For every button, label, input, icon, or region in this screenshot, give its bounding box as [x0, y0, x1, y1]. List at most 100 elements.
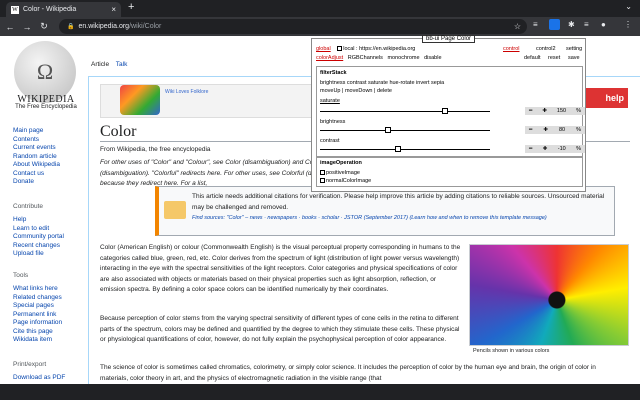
back-button[interactable]: ← [3, 22, 17, 32]
reset-button[interactable]: reset [548, 55, 560, 61]
sidebar-item-upload-file[interactable]: Upload file [13, 250, 64, 259]
setting-link[interactable]: setting [566, 46, 582, 52]
extensions-puzzle-icon[interactable]: ✱ [568, 20, 575, 29]
sidebar-item-donate[interactable]: Donate [13, 178, 60, 187]
saturate-stepper[interactable]: ━ ✚ 150% [525, 107, 585, 115]
normal-color-image-checkbox[interactable] [320, 178, 325, 184]
local-scope-label[interactable]: local : https://en.wikipedia.org [343, 46, 415, 52]
banner-puzzle-image [120, 85, 160, 115]
tab-color-wikipedia[interactable]: W Color - Wikipedia × [6, 2, 121, 17]
filter-saturate[interactable]: saturate [368, 80, 388, 86]
mode-row: colorAdjust RGBChannels monochrome disab… [316, 55, 583, 61]
globe-glyph-icon: Ω [36, 59, 54, 84]
new-tab-button[interactable]: + [128, 1, 134, 13]
brightness-slider-track[interactable] [320, 130, 490, 131]
contrast-unit: % [576, 146, 581, 152]
sidebar-item-help[interactable]: Help [13, 216, 64, 225]
browser-menu-icon[interactable]: ⋮ [624, 20, 632, 29]
sidebar-item-learn-to-edit[interactable]: Learn to edit [13, 225, 64, 234]
filter-actions[interactable]: moveUp | moveDown | delete [320, 88, 392, 94]
sidebar-item-download-pdf[interactable]: Download as PDF [13, 374, 65, 383]
plus-icon[interactable]: ✚ [542, 108, 547, 114]
bookmark-star-icon[interactable]: ☆ [514, 22, 521, 31]
default-button[interactable]: default [524, 55, 541, 61]
notice-find-sources[interactable]: Find sources: "Color" – news · newspaper… [192, 213, 612, 224]
control-link[interactable]: control [503, 46, 520, 52]
rgb-channels-tab[interactable]: RGBChannels [348, 55, 383, 61]
contrast-slider-track[interactable] [320, 149, 490, 150]
reading-list-icon[interactable]: ≡ [584, 20, 589, 29]
saturate-slider-handle[interactable] [442, 108, 448, 114]
brightness-value[interactable]: 80 [559, 127, 565, 133]
save-button[interactable]: save [568, 55, 580, 61]
sidebar-item-special-pages[interactable]: Special pages [13, 302, 62, 311]
sidebar-item-page-information[interactable]: Page information [13, 319, 62, 328]
sidebar-item-cite-this-page[interactable]: Cite this page [13, 328, 62, 337]
color-adjust-tab[interactable]: colorAdjust [316, 55, 343, 61]
filter-stack-panel: filterStack brightness contrast saturate… [316, 66, 585, 157]
sidebar-item-wikidata-item[interactable]: Wikidata item [13, 336, 62, 345]
saturate-slider-track[interactable] [320, 111, 490, 112]
plus-icon[interactable]: ✚ [543, 127, 548, 133]
local-checkbox[interactable] [337, 46, 343, 52]
page-color-extension-icon[interactable] [549, 19, 560, 30]
filter-stack-heading: filterStack [320, 70, 347, 76]
contrast-stepper[interactable]: ━ ✚ -10% [525, 145, 585, 153]
contrast-slider-handle[interactable] [395, 146, 401, 152]
tab-article[interactable]: Article [91, 61, 109, 68]
disable-tab[interactable]: disable [424, 55, 441, 61]
positive-image-option[interactable]: positiveImage [320, 170, 360, 176]
sidebar-item-permanent-link[interactable]: Permanent link [13, 311, 62, 320]
sidebar-print: Download as PDF [13, 374, 65, 383]
tab-strip: W Color - Wikipedia × + ⌄ [0, 0, 640, 17]
sidebar-heading-contribute: Contribute [13, 203, 43, 210]
forward-button[interactable]: → [20, 22, 34, 32]
profile-avatar-icon[interactable]: ● [601, 20, 606, 29]
brightness-unit: % [576, 127, 581, 133]
global-toggle[interactable]: global [316, 46, 331, 52]
colored-pencils-image[interactable] [469, 244, 629, 346]
sidebar-item-about[interactable]: About Wikipedia [13, 161, 60, 170]
tab-search-icon[interactable]: ⌄ [625, 2, 632, 11]
filter-hue-rotate[interactable]: hue-rotate [389, 80, 414, 86]
brightness-stepper[interactable]: ━ ✚ 80% [525, 126, 585, 134]
minus-icon[interactable]: ━ [529, 146, 532, 152]
perception-paragraph: Because perception of color stems from t… [100, 315, 460, 343]
banner-text: Wiki Loves Folklore [165, 89, 209, 95]
sidebar-item-contents[interactable]: Contents [13, 136, 60, 145]
positive-image-label[interactable]: positiveImage [326, 170, 360, 176]
minus-icon[interactable]: ━ [529, 108, 532, 114]
plus-icon[interactable]: ✚ [543, 146, 548, 152]
address-bar[interactable]: 🔒 en.wikipedia.org/wiki/Color ☆ [59, 19, 527, 34]
normal-color-image-option[interactable]: normalColorImage [320, 178, 371, 184]
image-operation-heading: imageOperation [320, 160, 362, 166]
sidebar-item-what-links-here[interactable]: What links here [13, 285, 62, 294]
sidebar-item-main-page[interactable]: Main page [13, 127, 60, 136]
positive-image-checkbox[interactable] [320, 170, 325, 176]
slider-label-saturate: saturate [320, 98, 340, 104]
brightness-slider-handle[interactable] [385, 127, 391, 133]
sidebar-item-community-portal[interactable]: Community portal [13, 233, 64, 242]
tab-talk[interactable]: Talk [116, 61, 128, 68]
sidebar-item-contact[interactable]: Contact us [13, 170, 60, 179]
sidebar-item-current-events[interactable]: Current events [13, 144, 60, 153]
scope-row: global local : https://en.wikipedia.org … [316, 46, 583, 52]
filter-contrast[interactable]: contrast [347, 80, 367, 86]
tab-title: Color - Wikipedia [23, 6, 77, 13]
sidebar-item-recent-changes[interactable]: Recent changes [13, 242, 64, 251]
saturate-value[interactable]: 150 [557, 108, 566, 114]
contrast-value[interactable]: -10 [558, 146, 566, 152]
filter-sepia[interactable]: sepia [431, 80, 444, 86]
url-host: en.wikipedia.org [78, 23, 130, 30]
tab-close-icon[interactable]: × [111, 5, 116, 14]
sidebar-item-related-changes[interactable]: Related changes [13, 294, 62, 303]
reload-button[interactable]: ↻ [37, 21, 51, 32]
sidebar-item-random-article[interactable]: Random article [13, 153, 60, 162]
extension-list-icon[interactable]: ≡ [533, 20, 538, 29]
control2-link[interactable]: control2 [536, 46, 556, 52]
normal-color-image-label[interactable]: normalColorImage [326, 178, 371, 184]
filter-brightness[interactable]: brightness [320, 80, 345, 86]
monochrome-tab[interactable]: monochrome [387, 55, 419, 61]
minus-icon[interactable]: ━ [529, 127, 532, 133]
filter-invert[interactable]: invert [416, 80, 429, 86]
